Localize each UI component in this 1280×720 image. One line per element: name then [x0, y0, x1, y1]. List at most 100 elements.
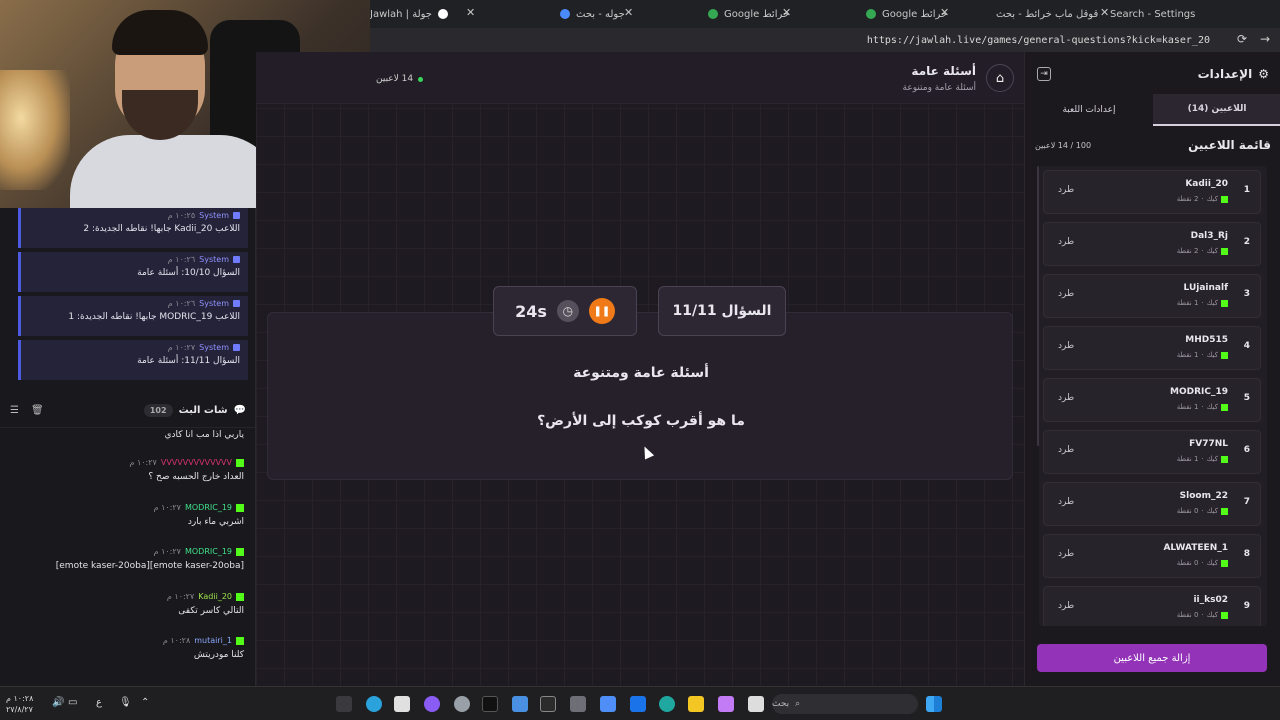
- app-icon[interactable]: [394, 696, 410, 712]
- home-icon: ⌂: [995, 70, 1005, 86]
- player-row: 3 LUjainalf كيك · 1 نقطة طرد: [1043, 274, 1261, 318]
- kick-button[interactable]: طرد: [1058, 185, 1074, 195]
- tab-jawlah[interactable]: جولة | Jawlah: [370, 4, 448, 24]
- kick-icon: [1221, 455, 1228, 463]
- kick-icon: [236, 458, 244, 467]
- kick-icon: [236, 503, 244, 512]
- volume-icon[interactable]: 🔊: [52, 697, 64, 708]
- player-row: 8 ALWATEEN_1 كيك · 0 نقطة طرد: [1043, 534, 1261, 578]
- reload-icon[interactable]: ⟳: [1237, 32, 1247, 46]
- system-message: System ١٠:٢٥ م اللاعب Kadii_20 جابها! نقا…: [18, 208, 248, 248]
- message-count-badge: 102: [143, 404, 173, 417]
- kick-button[interactable]: طرد: [1058, 601, 1074, 611]
- settings-sidebar: ⚙ الإعدادات ⇥ اللاعبين (14) إعدادات اللعب…: [1024, 52, 1280, 686]
- kick-icon: [1221, 403, 1228, 411]
- question-number: السؤال 11/11: [658, 286, 786, 336]
- clock-icon: ◷: [556, 300, 579, 322]
- player-row: 5 MODRIC_19 كيك · 1 نقطة طرد: [1043, 378, 1261, 422]
- system-message: System ١٠:٢٧ م السؤال 11/11: أسئلة عامة: [18, 340, 248, 380]
- close-icon[interactable]: ✕: [940, 6, 949, 19]
- mail-icon[interactable]: [630, 696, 646, 712]
- close-icon[interactable]: ✕: [1100, 6, 1109, 19]
- page-title: أسئلة عامة: [911, 64, 976, 78]
- chat-bubble-icon: 💬: [233, 405, 246, 416]
- address-bar[interactable]: https://jawlah.live/games/general-questi…: [370, 28, 1280, 52]
- pause-button[interactable]: ❚❚: [588, 298, 615, 324]
- taskbar: ١٠:٢٨ م ٢٧/٨/٢٧ 🔊 ▭ ع 🎙 ⌃ ⌕ بحث: [0, 686, 1280, 720]
- question-category: أسئلة عامة ومتنوعة: [573, 365, 709, 381]
- collapse-sidebar-button[interactable]: ⇥: [1037, 67, 1051, 81]
- chat-message: VVVVVVVVVVVVV ١٠:٢٧ م العداد خارج الحسبه …: [129, 458, 244, 482]
- folder-icon[interactable]: [688, 696, 704, 712]
- kick-button[interactable]: طرد: [1058, 393, 1074, 403]
- ctrl-icon[interactable]: [540, 696, 556, 712]
- forward-icon[interactable]: →: [1260, 32, 1270, 46]
- kick-button[interactable]: طرد: [1058, 497, 1074, 507]
- terminal-icon[interactable]: [336, 696, 352, 712]
- kick-icon: [1221, 611, 1228, 619]
- windows-start-icon[interactable]: [926, 696, 942, 712]
- player-row: 6 FV77NL كيك · 1 نقطة طرد: [1043, 430, 1261, 474]
- player-row: 1 Kadii_20 كيك · 2 نقطة طرد: [1043, 170, 1261, 214]
- store-icon[interactable]: [600, 696, 616, 712]
- timer-seconds: 24s: [515, 301, 547, 321]
- close-icon[interactable]: ✕: [466, 6, 475, 19]
- close-icon[interactable]: ✕: [782, 6, 791, 19]
- tab-players[interactable]: اللاعبين (14): [1153, 94, 1280, 126]
- player-row: 7 Sloom_22 كيك · 0 نقطة طرد: [1043, 482, 1261, 526]
- kick-button[interactable]: طرد: [1058, 445, 1074, 455]
- game-area: ⌂ أسئلة عامة أسئلة عامة ومتنوعة 14 لاعبي…: [256, 52, 1024, 686]
- player-row: 4 MHD515 كيك · 1 نقطة طرد: [1043, 326, 1261, 370]
- menu-icon[interactable]: ☰: [10, 405, 19, 416]
- kick-icon: [1221, 559, 1228, 567]
- taskbar-search[interactable]: ⌕ بحث: [772, 694, 918, 714]
- chat-message: MODRIC_19 ١٠:٢٧ م [emote kaser-20oba][emo…: [55, 547, 244, 571]
- tab-maps-search[interactable]: قوقل ماب خرائط - بحث: [996, 4, 1098, 24]
- github-icon[interactable]: [570, 696, 586, 712]
- player-row: 2 Dal3_Rj كيك · 2 نقطة طرد: [1043, 222, 1261, 266]
- kick-icon: [236, 636, 244, 645]
- kick-button[interactable]: طرد: [1058, 549, 1074, 559]
- app-icon[interactable]: [748, 696, 764, 712]
- remove-all-players-button[interactable]: إزالة جميع اللاعبين: [1037, 644, 1267, 672]
- kick-button[interactable]: طرد: [1058, 289, 1074, 299]
- game-header: ⌂ أسئلة عامة أسئلة عامة ومتنوعة 14 لاعبي…: [256, 52, 1024, 104]
- close-icon[interactable]: ✕: [624, 6, 633, 19]
- kick-icon: [1221, 195, 1228, 203]
- system-message: System ١٠:٢٦ م السؤال 10/10: أسئلة عامة: [18, 252, 248, 292]
- tiktok-icon[interactable]: [482, 696, 498, 712]
- copilot-icon[interactable]: [718, 696, 734, 712]
- kick-button[interactable]: طرد: [1058, 341, 1074, 351]
- chevron-up-icon[interactable]: ⌃: [141, 697, 149, 708]
- gear-icon: ⚙: [1258, 67, 1269, 81]
- trash-icon[interactable]: 🗑: [31, 405, 44, 416]
- players-online: 14 لاعبين: [376, 74, 424, 84]
- kick-button[interactable]: طرد: [1058, 237, 1074, 247]
- chat-message: ياربي اذا مب انا كادي: [164, 430, 244, 440]
- shield-icon: [233, 212, 240, 219]
- sidebar-tabs: اللاعبين (14) إعدادات اللعبة: [1025, 94, 1280, 126]
- discord-icon[interactable]: [424, 696, 440, 712]
- telegram-icon[interactable]: [366, 696, 382, 712]
- shield-icon: [233, 344, 240, 351]
- tab-google-maps[interactable]: خرائط Google: [708, 4, 789, 24]
- home-button[interactable]: ⌂: [986, 64, 1014, 92]
- edge-icon[interactable]: [659, 696, 675, 712]
- kick-icon: [1221, 507, 1228, 515]
- tab-settings[interactable]: Search - Settings: [1110, 4, 1195, 24]
- chat-message: MODRIC_19 ١٠:٢٧ م اشربي ماء بارد: [153, 503, 244, 527]
- network-icon[interactable]: ▭: [68, 697, 77, 708]
- sidebar-header: ⚙ الإعدادات ⇥: [1025, 52, 1280, 96]
- taskbar-clock[interactable]: ١٠:٢٨ م ٢٧/٨/٢٧: [6, 693, 33, 715]
- chat-message: mutairi_1 ١٠:٢٨ م كلنا مودريتش: [162, 636, 244, 660]
- tab-google-maps-2[interactable]: خرائط Google: [866, 4, 947, 24]
- settings-icon[interactable]: [454, 696, 470, 712]
- chat-panel: System ١٠:٢٥ م اللاعب Kadii_20 جابها! نقا…: [0, 208, 256, 686]
- language-indicator[interactable]: ع: [96, 697, 102, 708]
- app-icon[interactable]: [512, 696, 528, 712]
- tab-game-settings[interactable]: إعدادات اللعبة: [1025, 94, 1153, 126]
- microphone-icon[interactable]: 🎙: [119, 697, 132, 708]
- system-message: System ١٠:٢٦ م اللاعب MODRIC_19 جابها! نق…: [18, 296, 248, 336]
- kick-icon: [236, 592, 244, 601]
- tab-search[interactable]: جوله - بحث: [560, 4, 625, 24]
